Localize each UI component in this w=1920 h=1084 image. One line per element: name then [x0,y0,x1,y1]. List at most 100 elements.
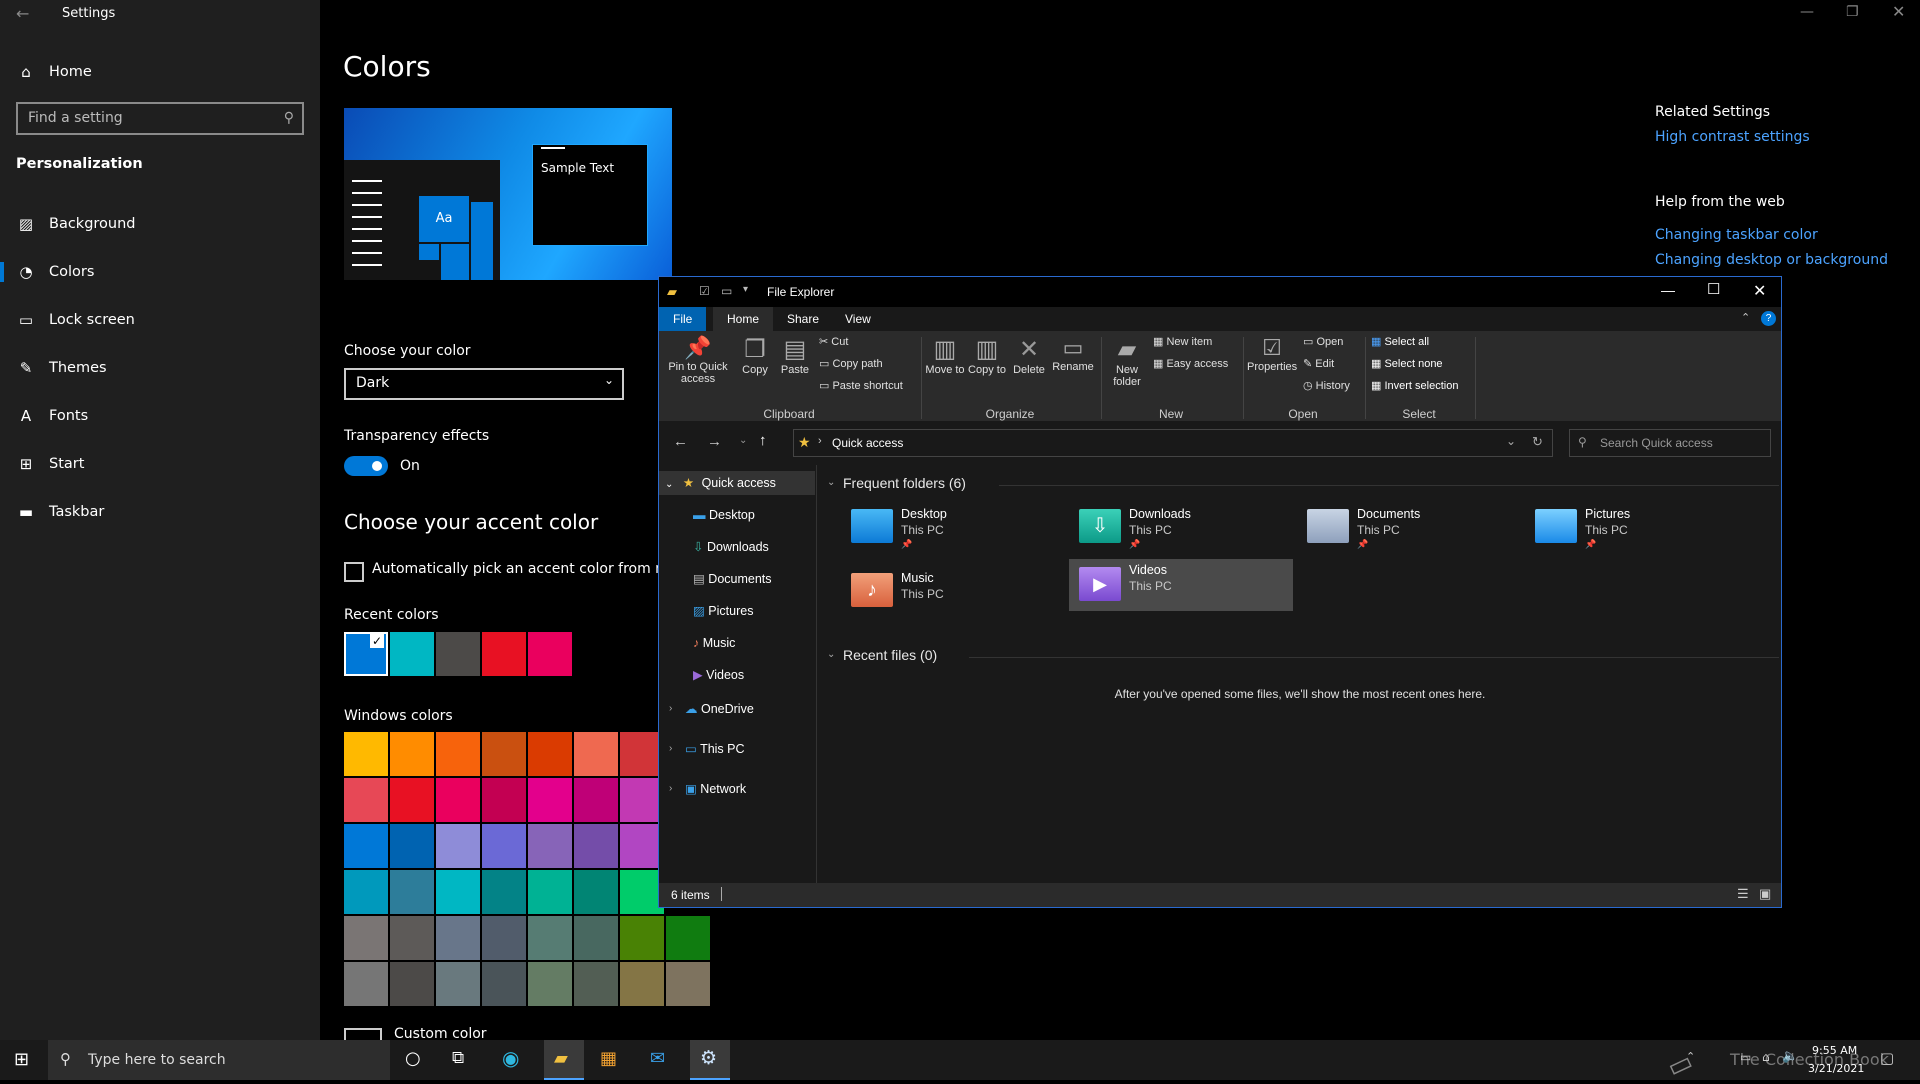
nav-this-pc[interactable]: ▭ This PC [685,737,745,761]
folder-tile[interactable]: Documents This PC 📌 [1305,503,1525,555]
sidebar-item-fonts[interactable]: A Fonts [0,394,320,438]
close-icon[interactable]: ✕ [1892,2,1905,21]
show-hidden-icons-icon[interactable]: ⌃ [1686,1050,1695,1063]
move-to-button[interactable]: ▥ Move to [925,335,965,376]
windows-color-swatch[interactable] [390,870,434,914]
windows-color-swatch[interactable] [344,824,388,868]
nav-item-documents[interactable]: ▤ Documents [693,567,772,591]
tab-share[interactable]: Share [773,307,833,331]
windows-color-swatch[interactable] [436,870,480,914]
battery-icon[interactable]: ▭ [1740,1050,1751,1064]
volume-icon[interactable]: 🔈 [1782,1049,1798,1064]
network-icon[interactable]: ⌂ [1762,1050,1770,1064]
task-view-icon[interactable]: ⧉ [452,1048,464,1068]
clock-time[interactable]: 9:55 AM [1812,1044,1857,1057]
history-button[interactable]: ◷ History [1303,379,1350,392]
sidebar-item-background[interactable]: ▨ Background [0,202,320,246]
cortana-icon[interactable]: ○ [405,1048,421,1069]
windows-color-swatch[interactable] [620,916,664,960]
nav-item-videos[interactable]: ▶ Videos [693,663,744,687]
recent-color-swatch[interactable] [390,632,434,676]
windows-color-swatch[interactable] [436,732,480,776]
windows-color-swatch[interactable] [574,916,618,960]
new-item-button[interactable]: ▦ New item [1153,335,1212,348]
folder-tile[interactable]: ♪ Music This PC [849,567,1069,619]
windows-color-swatch[interactable] [344,916,388,960]
windows-color-swatch[interactable] [528,962,572,1006]
collapse-ribbon-icon[interactable]: ⌃ [1741,311,1750,324]
clock-date[interactable]: 3/21/2021 [1808,1062,1864,1075]
chevron-right-icon[interactable]: › [669,703,672,714]
copy-to-button[interactable]: ▥ Copy to [967,335,1007,376]
windows-color-swatch[interactable] [528,870,572,914]
color-mode-select[interactable]: Dark ⌄ [344,368,624,400]
windows-color-swatch[interactable] [390,824,434,868]
windows-color-swatch[interactable] [390,732,434,776]
nav-quick-access[interactable]: ⌄ ★ Quick access [659,471,815,495]
chevron-down-icon[interactable]: ⌄ [827,649,835,660]
invert-selection-button[interactable]: ▦ Invert selection [1371,379,1458,392]
windows-color-swatch[interactable] [390,778,434,822]
address-bar[interactable]: ★ › Quick access ⌄ ↻ [793,429,1553,457]
nav-onedrive[interactable]: ☁ OneDrive [685,697,754,721]
large-icons-view-icon[interactable]: ▣ [1759,886,1771,902]
windows-color-swatch[interactable] [574,778,618,822]
windows-color-swatch[interactable] [528,824,572,868]
store-icon[interactable]: ▦ [600,1048,617,1069]
details-view-icon[interactable]: ☰ [1737,886,1749,902]
windows-color-swatch[interactable] [344,870,388,914]
taskbar-color-link[interactable]: Changing taskbar color [1655,227,1818,243]
windows-color-swatch[interactable] [344,962,388,1006]
back-arrow-icon[interactable]: ← [16,4,29,23]
sidebar-item-start[interactable]: ⊞ Start [0,442,320,486]
sidebar-item-colors[interactable]: ◔ Colors [0,250,320,294]
minimize-icon[interactable]: — [1661,282,1675,298]
folder-tile[interactable]: Pictures This PC 📌 [1533,503,1753,555]
close-icon[interactable]: ✕ [1753,281,1766,301]
windows-color-swatch[interactable] [344,778,388,822]
recent-color-swatch[interactable] [482,632,526,676]
copy-button[interactable]: ❐ Copy [737,335,773,376]
windows-start-icon[interactable]: ⊞ [14,1049,29,1070]
paste-shortcut-button[interactable]: ▭ Paste shortcut [819,379,903,392]
windows-color-swatch[interactable] [666,962,710,1006]
restore-icon[interactable]: ❐ [1846,4,1859,20]
select-all-button[interactable]: ▦ Select all [1371,335,1429,348]
nav-item-desktop[interactable]: ▬ Desktop [693,503,755,527]
forward-arrow-icon[interactable]: → [707,433,722,450]
windows-color-swatch[interactable] [482,870,526,914]
properties-quick-icon[interactable]: ☑ [699,284,710,298]
windows-color-swatch[interactable] [390,962,434,1006]
pin-quick-access-button[interactable]: 📌 Pin to Quick access [663,335,733,385]
search-input[interactable]: Find a setting ⚲ [16,102,304,135]
open-button[interactable]: ▭ Open [1303,335,1343,348]
windows-color-swatch[interactable] [528,778,572,822]
tab-file[interactable]: File [659,307,707,331]
chevron-right-icon[interactable]: › [669,783,672,794]
nav-item-pictures[interactable]: ▨ Pictures [693,599,753,623]
nav-item-downloads[interactable]: ⇩ Downloads [693,535,769,559]
folder-tile[interactable]: ⇩ Downloads This PC 📌 [1077,503,1297,555]
paste-button[interactable]: ▤ Paste [777,335,813,376]
properties-button[interactable]: ☑ Properties [1247,335,1297,373]
address-dropdown-icon[interactable]: ⌄ [1506,434,1516,448]
cut-button[interactable]: ✂ Cut [819,335,848,348]
high-contrast-link[interactable]: High contrast settings [1655,129,1810,145]
taskbar-search-box[interactable]: ⚲ Type here to search [48,1040,390,1080]
copy-path-button[interactable]: ▭ Copy path [819,357,883,370]
recent-color-swatch[interactable] [528,632,572,676]
tab-view[interactable]: View [831,307,885,331]
desktop-background-link[interactable]: Changing desktop or background [1655,252,1888,268]
frequent-folders-header[interactable]: Frequent folders (6) [843,475,966,491]
windows-color-swatch[interactable] [436,824,480,868]
windows-color-swatch[interactable] [390,916,434,960]
windows-color-swatch[interactable] [574,824,618,868]
folder-tile[interactable]: Desktop This PC 📌 [849,503,1069,555]
delete-button[interactable]: ✕ Delete [1009,335,1049,376]
new-folder-button[interactable]: ▰ New folder [1107,335,1147,388]
customize-quick-access-icon[interactable]: ▾ [743,284,748,295]
minimize-icon[interactable]: — [1800,4,1814,20]
select-none-button[interactable]: ▦ Select none [1371,357,1443,370]
windows-color-swatch[interactable] [574,870,618,914]
sidebar-item-lock-screen[interactable]: ▭ Lock screen [0,298,320,342]
